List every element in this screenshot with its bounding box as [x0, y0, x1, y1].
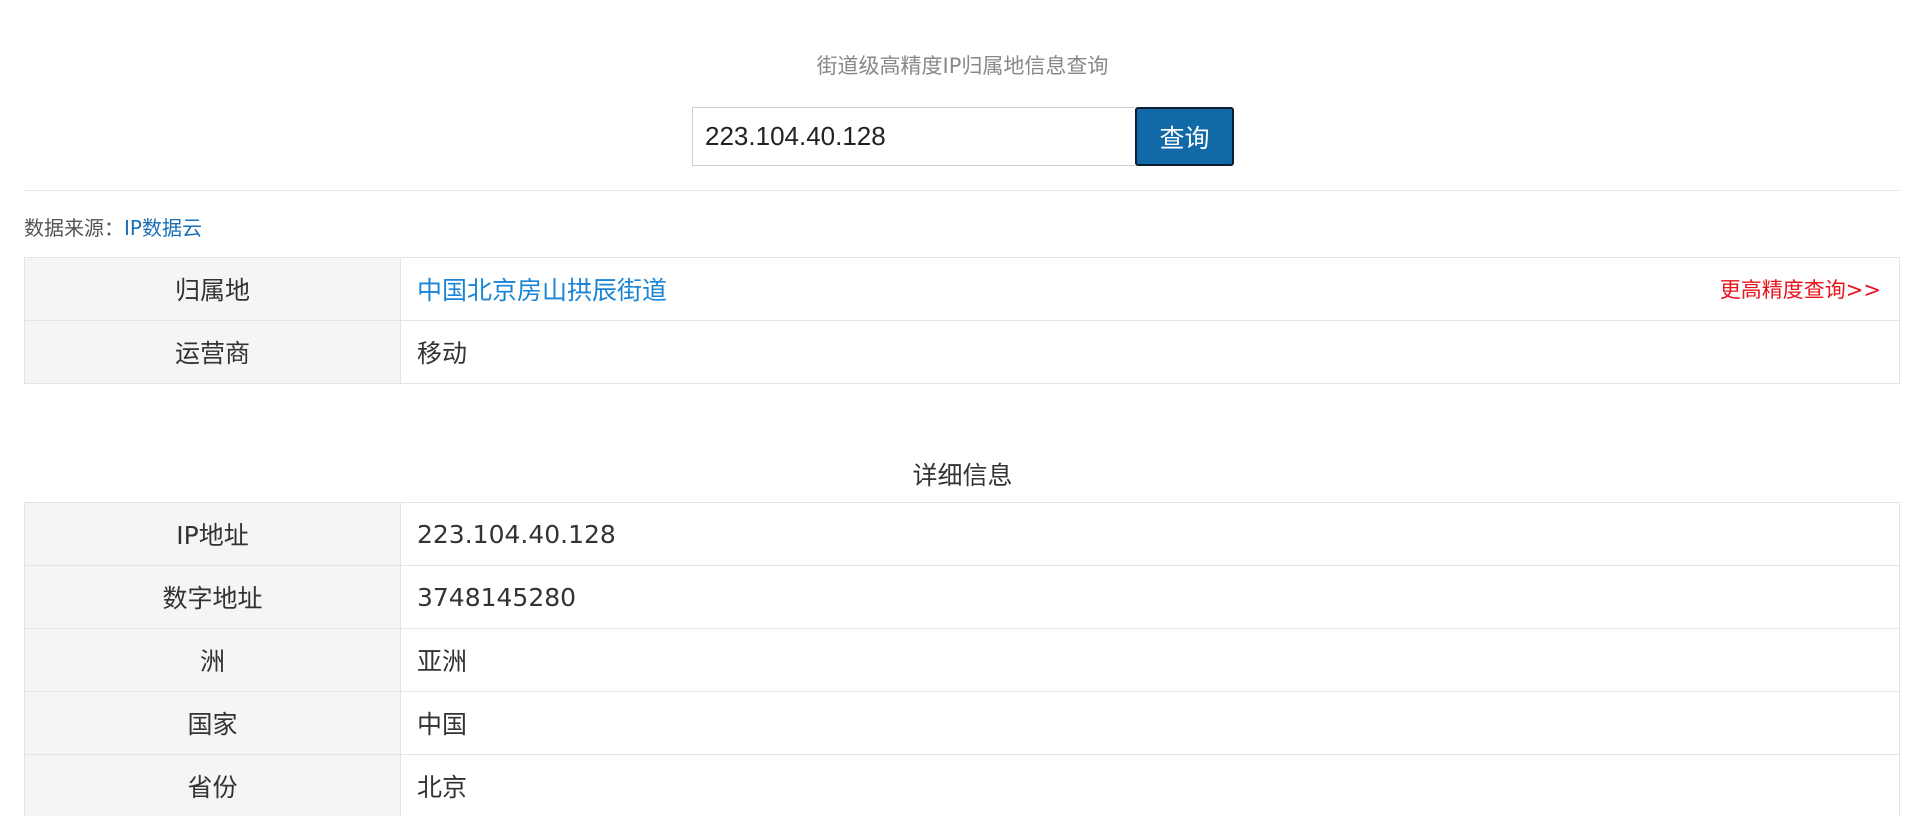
divider: [24, 190, 1900, 191]
numeric-address-key: 数字地址: [24, 565, 401, 629]
data-source-label: 数据来源：: [24, 216, 124, 240]
table-row: 数字地址 3748145280: [24, 565, 1900, 629]
country-value: 中国: [400, 691, 1900, 755]
province-value: 北京: [400, 754, 1900, 816]
higher-precision-link[interactable]: 更高精度查询>>: [1720, 274, 1881, 304]
table-row: 归属地 中国北京房山拱辰街道 更高精度查询>>: [24, 257, 1900, 321]
country-key: 国家: [24, 691, 401, 755]
table-row: 洲 亚洲: [24, 628, 1900, 692]
data-source-link[interactable]: IP数据云: [124, 216, 202, 240]
location-key: 归属地: [24, 257, 401, 321]
details-title: 详细信息: [912, 461, 1013, 490]
continent-value: 亚洲: [400, 628, 1900, 692]
location-cell: 中国北京房山拱辰街道 更高精度查询>>: [400, 257, 1900, 321]
numeric-address-value: 3748145280: [400, 565, 1900, 629]
summary-table: 归属地 中国北京房山拱辰街道 更高精度查询>> 运营商 移动: [24, 257, 1900, 384]
data-source: 数据来源：IP数据云: [24, 212, 202, 241]
ip-search-input[interactable]: [692, 107, 1135, 166]
query-button[interactable]: 查询: [1135, 107, 1234, 166]
continent-key: 洲: [24, 628, 401, 692]
province-key: 省份: [24, 754, 401, 816]
page-subtitle: 街道级高精度IP归属地信息查询: [816, 54, 1109, 78]
table-row: 国家 中国: [24, 691, 1900, 755]
ip-address-key: IP地址: [24, 502, 401, 566]
isp-key: 运营商: [24, 320, 401, 384]
details-table: IP地址 223.104.40.128 数字地址 3748145280 洲 亚洲…: [24, 502, 1900, 816]
search-bar: 查询: [692, 107, 1234, 166]
table-row: 运营商 移动: [24, 320, 1900, 384]
ip-address-value: 223.104.40.128: [400, 502, 1900, 566]
location-link[interactable]: 中国北京房山拱辰街道: [417, 276, 667, 305]
ip-lookup-page: 街道级高精度IP归属地信息查询 查询 数据来源：IP数据云 归属地 中国北京房山…: [0, 0, 1925, 816]
table-row: 省份 北京: [24, 754, 1900, 816]
isp-value: 移动: [400, 320, 1900, 384]
table-row: IP地址 223.104.40.128: [24, 502, 1900, 566]
